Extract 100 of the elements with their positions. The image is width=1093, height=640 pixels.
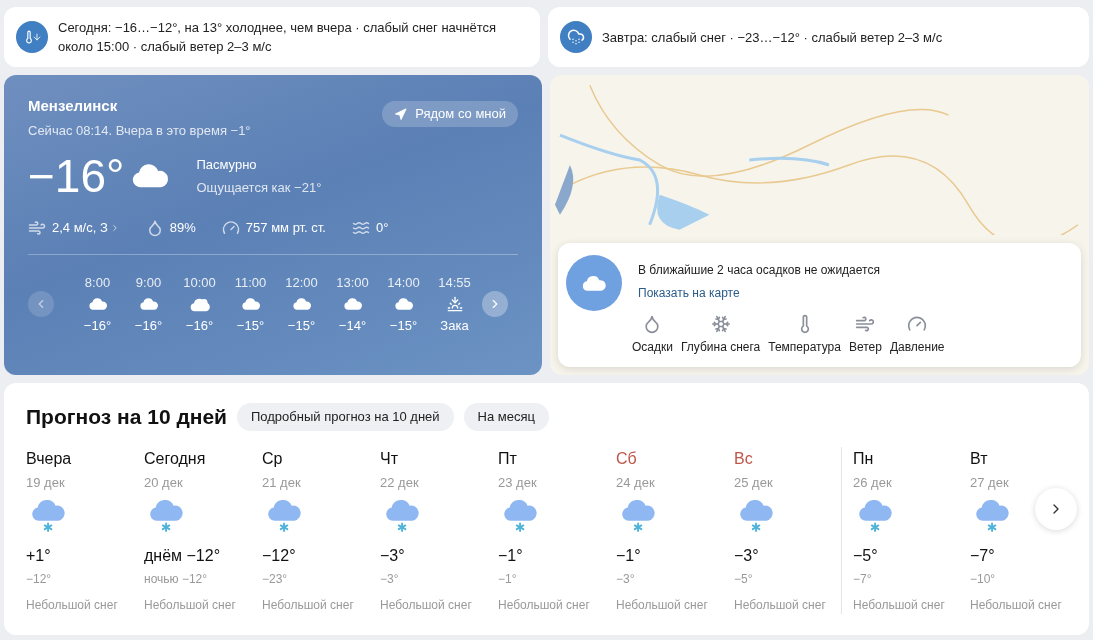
feels-like-text: Ощущается как −21° bbox=[196, 178, 322, 197]
hour-time: 10:00 bbox=[183, 273, 216, 292]
day-condition: Небольшой снег bbox=[144, 597, 237, 614]
hour-temperature: −15° bbox=[236, 317, 265, 335]
day-date: 24 дек bbox=[616, 473, 656, 492]
hour-time: 14:00 bbox=[387, 273, 420, 292]
snow-cloud-icon bbox=[30, 500, 68, 532]
day-low-temperature: ночью −12° bbox=[144, 571, 209, 588]
hour-temperature: −15° bbox=[287, 317, 316, 335]
day-name: Пн bbox=[853, 448, 875, 469]
cloud-icon bbox=[393, 297, 414, 311]
hour-time: 8:00 bbox=[84, 273, 111, 292]
day-date: 21 дек bbox=[262, 473, 302, 492]
weather-stat: 89% bbox=[169, 219, 196, 237]
day-name: Вс bbox=[734, 448, 754, 469]
condition-text: Пасмурно bbox=[196, 156, 258, 174]
day-high-temperature: −3° bbox=[380, 546, 406, 566]
city-name: Мензелинск bbox=[28, 96, 119, 116]
day-high-temperature: −12° bbox=[262, 546, 297, 566]
wind-icon bbox=[28, 218, 46, 237]
day-condition: Небольшой снег bbox=[380, 597, 473, 614]
map-layer-button[interactable]: Глубина снега bbox=[680, 314, 761, 356]
hour-time: 14:55 bbox=[438, 273, 471, 292]
forecast-button[interactable]: Подробный прогноз на 10 дней bbox=[237, 402, 454, 431]
snow-cloud-icon bbox=[974, 500, 1012, 532]
day-condition: Небольшой снег bbox=[853, 597, 946, 614]
day-low-temperature: −23° bbox=[262, 571, 289, 588]
day-high-temperature: −5° bbox=[853, 546, 879, 566]
weather-stat: 0° bbox=[375, 219, 389, 237]
day-low-temperature: −3° bbox=[380, 571, 400, 588]
day-date: 20 дек bbox=[144, 473, 184, 492]
day-low-temperature: −12° bbox=[26, 571, 53, 588]
hour-time: 11:00 bbox=[234, 273, 267, 292]
gauge-icon bbox=[907, 314, 928, 334]
cloud-shape-icon bbox=[581, 274, 607, 292]
day-condition: Небольшой снег bbox=[734, 597, 827, 614]
hour-temperature: −16° bbox=[83, 317, 112, 335]
day-date: 19 дек bbox=[26, 473, 66, 492]
sun-cloud-icon bbox=[188, 296, 211, 312]
snow-cloud-icon bbox=[266, 500, 304, 532]
wind-icon bbox=[855, 314, 876, 334]
day-name: Сегодня bbox=[144, 448, 207, 469]
day-high-temperature: −3° bbox=[734, 546, 760, 566]
show-on-map-link[interactable]: Показать на карте bbox=[638, 284, 945, 302]
location-arrow-icon bbox=[394, 107, 408, 121]
cloud-icon bbox=[342, 297, 363, 311]
day-low-temperature: −7° bbox=[853, 571, 873, 588]
map-layer-button[interactable]: Осадки bbox=[632, 314, 673, 356]
day-high-temperature: +1° bbox=[26, 546, 52, 566]
hour-time: 9:00 bbox=[135, 273, 162, 292]
day-condition: Небольшой снег bbox=[262, 597, 355, 614]
cloud-icon bbox=[138, 297, 159, 311]
next-button[interactable] bbox=[1035, 488, 1077, 530]
day-name: Вт bbox=[970, 448, 989, 469]
hour-temperature: Зака bbox=[440, 317, 469, 335]
day-date: 25 дек bbox=[734, 473, 774, 492]
gauge-icon bbox=[221, 218, 240, 237]
weather-stat: 2,4 м/с, З bbox=[52, 219, 108, 237]
alert-text: Завтра: слабый снег · −23…−12° · слабый ветер 2–3 м/с bbox=[602, 28, 943, 47]
day-high-temperature: −7° bbox=[970, 546, 996, 566]
day-condition: Небольшой снег bbox=[616, 597, 709, 614]
forecast-button[interactable]: На месяц bbox=[463, 402, 549, 431]
day-date: 23 дек bbox=[498, 473, 538, 492]
cloud-icon bbox=[291, 297, 312, 311]
day-date: 22 дек bbox=[380, 473, 420, 492]
snow-cloud-icon bbox=[560, 21, 592, 53]
map-layer-button[interactable]: Давление bbox=[889, 314, 945, 356]
map-layer-button[interactable]: Ветер bbox=[848, 314, 882, 356]
thermometer-down-icon bbox=[16, 21, 48, 53]
next-button[interactable] bbox=[482, 291, 508, 317]
hour-temperature: −15° bbox=[389, 317, 418, 335]
previous-button[interactable] bbox=[28, 291, 54, 317]
cloud-icon bbox=[130, 163, 171, 189]
forecast-title: Прогноз на 10 дней bbox=[26, 404, 227, 430]
day-high-temperature: −1° bbox=[498, 546, 524, 566]
day-low-temperature: −3° bbox=[616, 571, 636, 588]
weather-stat: 757 мм рт. ст. bbox=[245, 219, 326, 237]
map-layer-button[interactable]: Температура bbox=[768, 314, 841, 356]
snow-cloud-icon bbox=[148, 500, 186, 532]
nowcast-text: В ближайшие 2 часа осадков не ожидается bbox=[638, 262, 881, 279]
snow-cloud-icon bbox=[738, 500, 776, 532]
hour-temperature: −14° bbox=[338, 317, 367, 335]
day-name: Вчера bbox=[26, 448, 73, 469]
sunset-icon bbox=[445, 296, 464, 312]
day-date: 27 дек bbox=[970, 473, 1010, 492]
day-date: 26 дек bbox=[853, 473, 893, 492]
hour-time: 13:00 bbox=[336, 273, 369, 292]
day-low-temperature: −5° bbox=[734, 571, 754, 588]
day-name: Чт bbox=[380, 448, 399, 469]
day-low-temperature: −1° bbox=[498, 571, 518, 588]
current-time-text: Сейчас 08:14. Вчера в это время −1° bbox=[28, 121, 251, 140]
hour-time: 12:00 bbox=[285, 273, 318, 292]
day-condition: Небольшой снег bbox=[970, 597, 1063, 614]
day-name: Ср bbox=[262, 448, 284, 469]
cloud-icon bbox=[87, 297, 108, 311]
day-condition: Небольшой снег bbox=[498, 597, 591, 614]
alert-text: Сегодня: −16…−12°, на 13° холоднее, чем вчера · слабый снег начнётся около 15:00 · слабый ветер 2–3 м/с bbox=[58, 19, 498, 56]
day-high-temperature: днём −12° bbox=[144, 546, 222, 566]
snow-cloud-icon bbox=[502, 500, 540, 532]
snow-cloud-icon bbox=[384, 500, 422, 532]
